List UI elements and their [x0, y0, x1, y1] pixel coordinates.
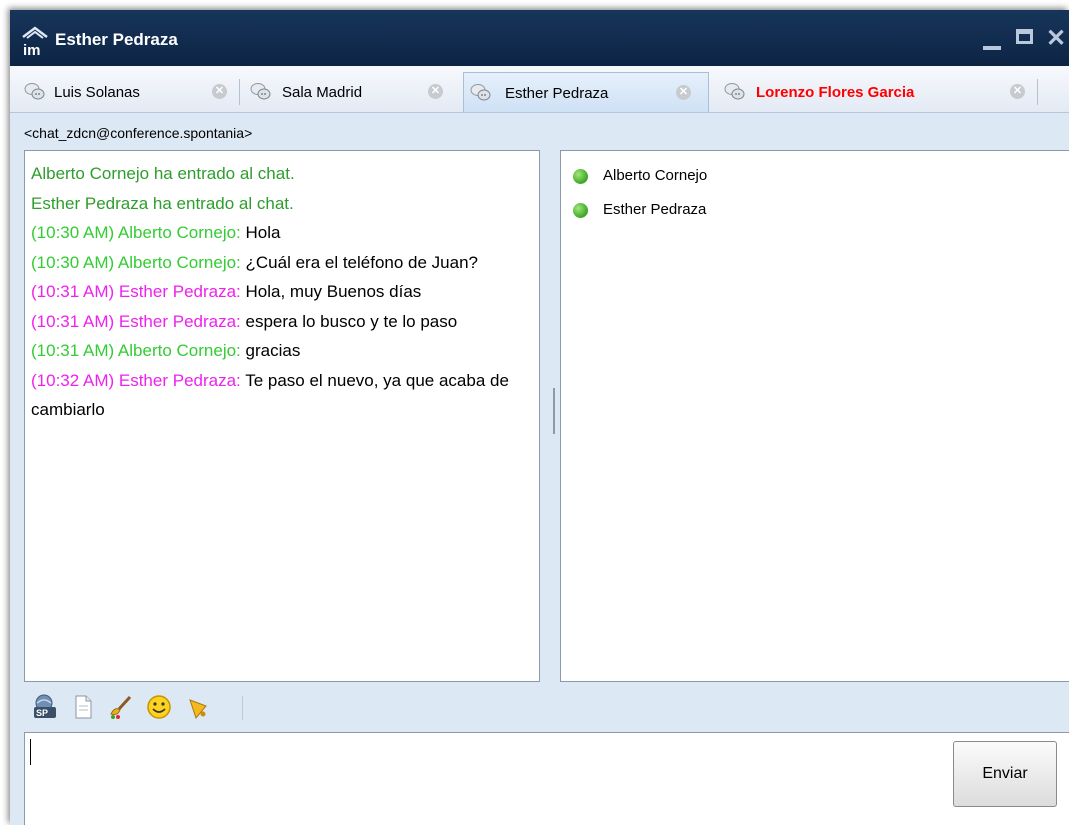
chat-bubbles-icon [724, 83, 745, 100]
close-tab-icon[interactable]: ✕ [676, 85, 691, 100]
send-button[interactable]: Enviar [953, 741, 1057, 807]
tab-separator [1037, 79, 1038, 105]
tab-label: Esther Pedraza [505, 85, 609, 102]
text-caret [30, 739, 31, 765]
message-text: espera lo busco y te lo paso [245, 311, 458, 331]
chat-bubbles-icon [24, 83, 45, 100]
room-address: <chat_zdcn@conference.spontania> [24, 125, 253, 141]
participant-item[interactable]: Esther Pedraza [573, 201, 1053, 221]
message-meta: (10:30 AM) Alberto Cornejo: [31, 252, 241, 272]
chat-message: (10:31 AM) Esther Pedraza: espera lo bus… [31, 307, 533, 337]
sp-share-icon[interactable]: SP [30, 692, 60, 722]
chat-message: (10:30 AM) Alberto Cornejo: ¿Cuál era el… [31, 248, 533, 278]
toolbar-separator [242, 696, 243, 720]
message-text: Hola [245, 223, 281, 242]
svg-text:SP: SP [36, 708, 48, 718]
message-text: ¿Cuál era el teléfono de Juan? [245, 252, 479, 272]
maximize-button[interactable] [1011, 24, 1037, 54]
pane-splitter-handle[interactable] [553, 388, 555, 434]
svg-text:im: im [23, 42, 41, 57]
file-icon[interactable] [68, 692, 98, 722]
message-meta: (10:32 AM) Esther Pedraza: [31, 370, 241, 390]
chat-log[interactable]: Alberto Cornejo ha entrado al chat. Esth… [24, 150, 540, 682]
tab-label: Luis Solanas [54, 84, 140, 101]
window-title: Esther Pedraza [55, 30, 178, 49]
chat-window: im Esther Pedraza ✕ Luis Solanas ✕ Sala … [10, 10, 1069, 825]
participant-name: Alberto Cornejo [603, 167, 708, 184]
chat-message: (10:31 AM) Alberto Cornejo: gracias [31, 336, 533, 366]
close-button[interactable]: ✕ [1043, 24, 1069, 54]
message-text: Hola, muy Buenos días [245, 282, 422, 301]
message-meta: (10:31 AM) Alberto Cornejo: [31, 341, 241, 360]
chat-message: (10:32 AM) Esther Pedraza: Te paso el nu… [31, 366, 533, 425]
online-status-icon [573, 169, 588, 184]
chat-message: (10:31 AM) Esther Pedraza: Hola, muy Bue… [31, 277, 533, 307]
message-toolbar: SP [24, 690, 324, 726]
close-tab-icon[interactable]: ✕ [1010, 84, 1025, 99]
tab-bar: Luis Solanas ✕ Sala Madrid ✕ Esther Pedr… [10, 66, 1069, 113]
bell-icon[interactable] [184, 692, 214, 722]
smiley-icon[interactable] [144, 692, 174, 722]
message-meta: (10:31 AM) Esther Pedraza: [31, 311, 241, 331]
im-logo-icon: im [22, 26, 48, 57]
tab-sala-madrid[interactable]: Sala Madrid ✕ [240, 72, 462, 112]
tab-esther-pedraza[interactable]: Esther Pedraza ✕ [463, 72, 709, 112]
title-bar[interactable]: im Esther Pedraza ✕ [10, 10, 1069, 66]
participants-list: Alberto Cornejo Esther Pedraza [560, 150, 1069, 682]
tab-luis-solanas[interactable]: Luis Solanas ✕ [10, 72, 240, 112]
online-status-icon [573, 203, 588, 218]
minimize-button[interactable] [979, 24, 1005, 54]
window-controls: ✕ [973, 22, 1069, 56]
system-message: Alberto Cornejo ha entrado al chat. [31, 164, 295, 183]
message-input[interactable]: Enviar [24, 732, 1069, 825]
participant-name: Esther Pedraza [603, 201, 707, 218]
paint-brush-icon[interactable] [106, 692, 136, 722]
chat-message: (10:30 AM) Alberto Cornejo: Hola [31, 218, 533, 248]
tab-label: Sala Madrid [282, 84, 363, 101]
tab-lorenzo-flores-garcia[interactable]: Lorenzo Flores Garcia ✕ [710, 72, 1040, 112]
close-tab-icon[interactable]: ✕ [428, 84, 443, 99]
system-message: Esther Pedraza ha entrado al chat. [31, 193, 294, 213]
message-text: gracias [245, 341, 301, 360]
message-meta: (10:31 AM) Esther Pedraza: [31, 282, 241, 301]
tab-label: Lorenzo Flores Garcia [756, 84, 915, 101]
chat-bubbles-icon [250, 83, 271, 100]
participant-item[interactable]: Alberto Cornejo [573, 167, 1053, 187]
close-tab-icon[interactable]: ✕ [212, 84, 227, 99]
chat-bubbles-icon [470, 84, 491, 101]
message-meta: (10:30 AM) Alberto Cornejo: [31, 223, 241, 242]
